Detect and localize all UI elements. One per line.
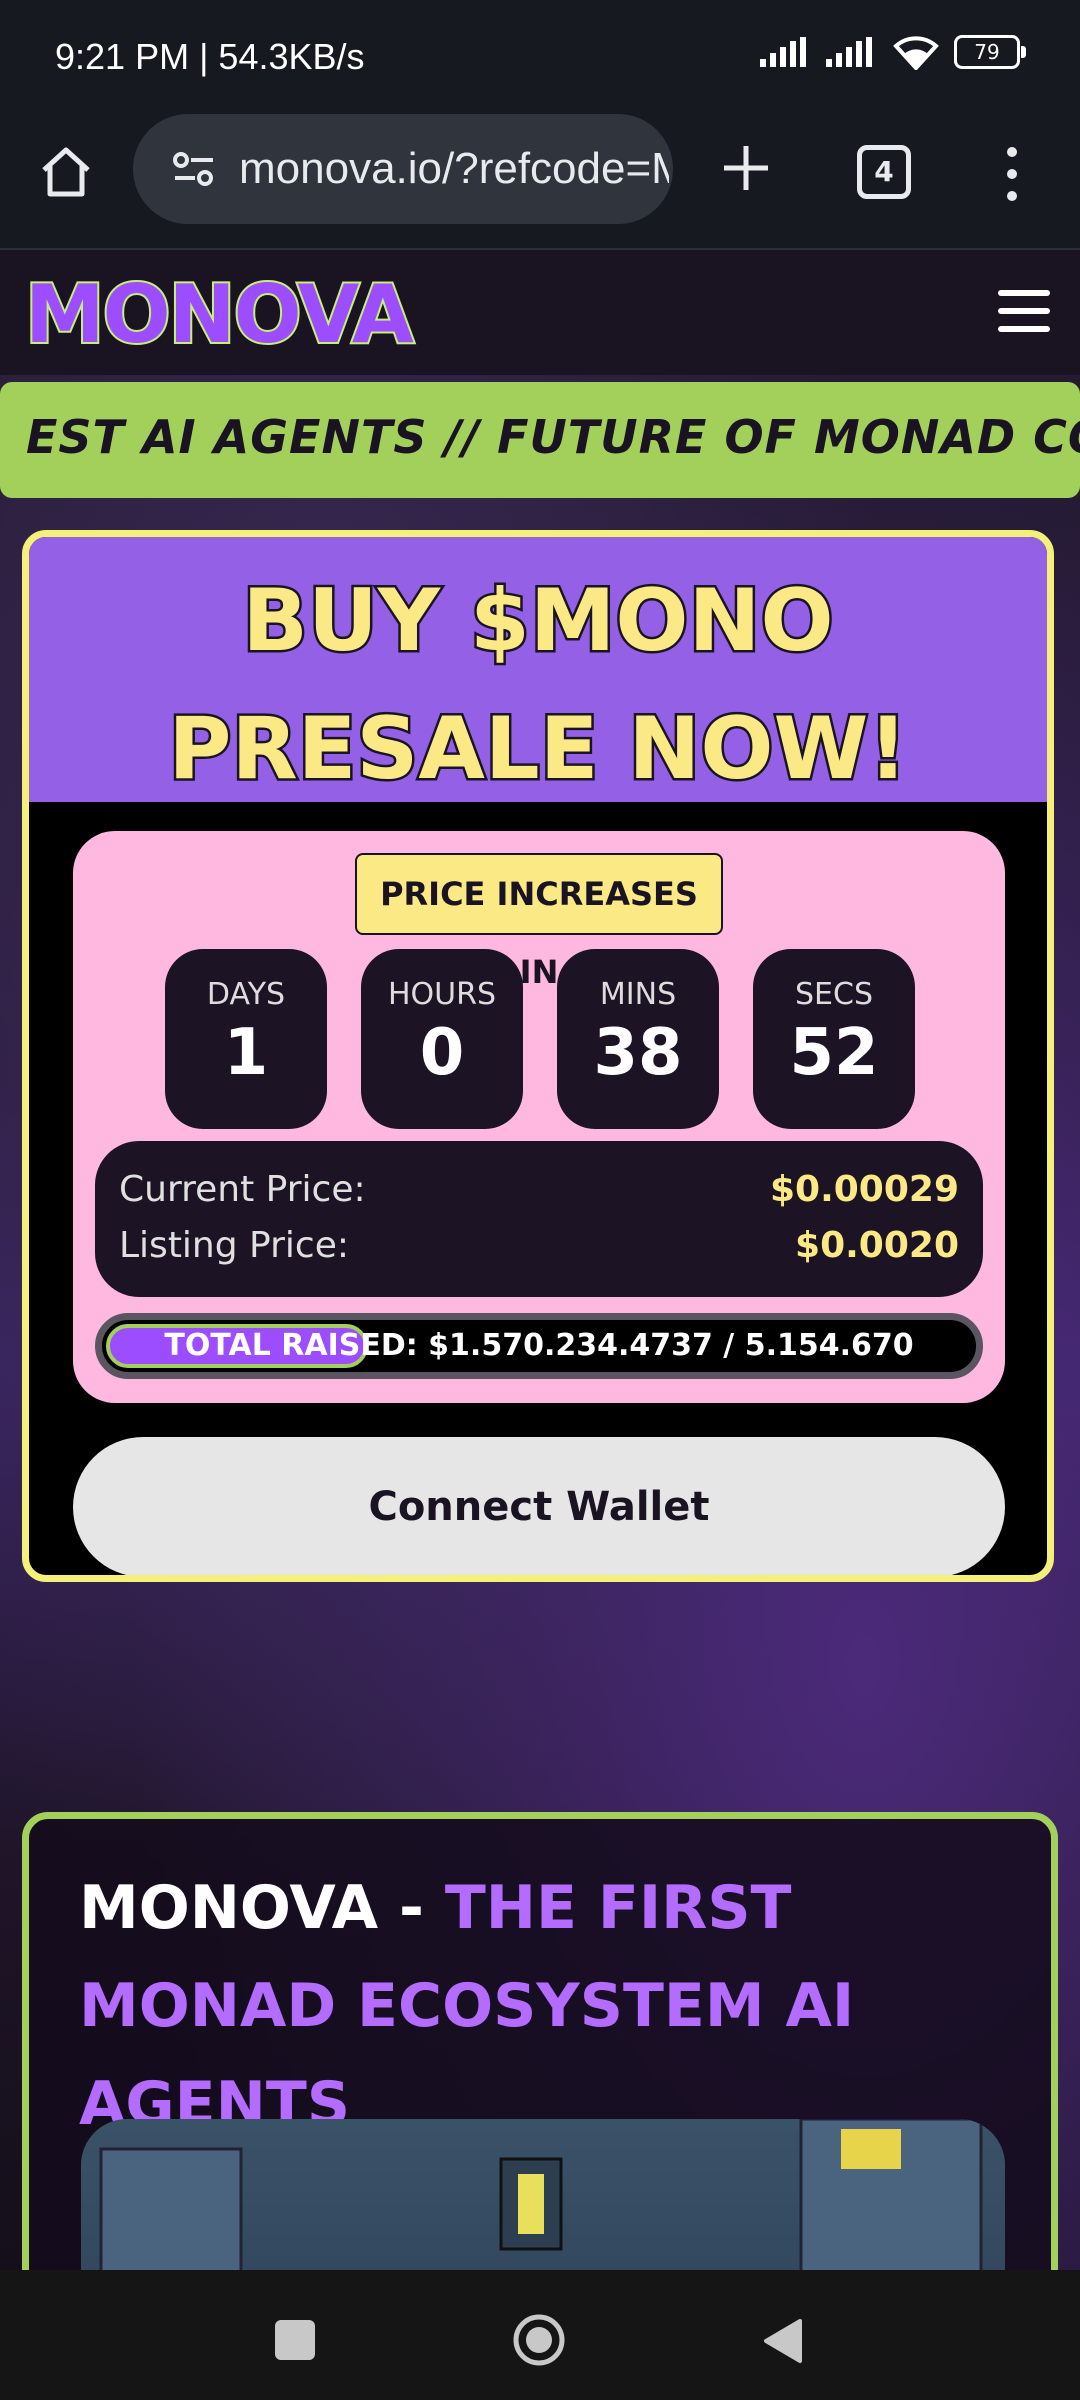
site-header: MONOVA <box>0 250 1080 375</box>
status-icons: 79 <box>760 34 1026 70</box>
home-icon[interactable] <box>36 142 96 202</box>
timer-value: 1 <box>223 1016 269 1090</box>
price-increase-label: PRICE INCREASES IN <box>355 853 723 991</box>
marquee-banner: EST AI AGENTS // FUTURE OF MONAD COMMUNI… <box>0 382 1080 498</box>
home-circle-icon[interactable] <box>512 2313 566 2367</box>
current-price-row: Current Price: $0.00029 <box>119 1169 959 1210</box>
timer-value: 52 <box>789 1016 879 1090</box>
timer-hours: HOURS 0 <box>361 949 523 1129</box>
browser-toolbar: monova.io/?refcode=M 4 <box>0 112 1080 250</box>
timer-secs: SECS 52 <box>753 949 915 1129</box>
wifi-icon <box>893 36 939 70</box>
recents-icon[interactable] <box>275 2320 315 2360</box>
presale-card: BUY $MONO PRESALE NOW! PRICE INCREASES I… <box>22 530 1054 1582</box>
site-settings-icon[interactable] <box>171 146 217 192</box>
about-title: MONOVA - THE FIRST MONAD ECOSYSTEM AI AG… <box>79 1859 1019 2153</box>
new-tab-icon[interactable] <box>718 140 774 196</box>
listing-price-row: Listing Price: $0.0020 <box>119 1225 959 1266</box>
signal-icon <box>760 37 806 67</box>
signal-icon <box>826 37 872 67</box>
connect-wallet-button[interactable]: Connect Wallet <box>73 1437 1005 1575</box>
status-time: 9:21 PM | 54.3KB/s <box>55 36 365 77</box>
listing-price-value: $0.0020 <box>795 1225 959 1266</box>
about-title-brand: MONOVA - <box>79 1873 445 1943</box>
marquee-text: EST AI AGENTS // FUTURE OF MONAD COMMUNI… <box>26 410 1080 464</box>
presale-title: BUY $MONO PRESALE NOW! <box>166 569 910 802</box>
timer-days: DAYS 1 <box>165 949 327 1129</box>
mascot-image <box>99 2119 983 2270</box>
web-page: MONOVA EST AI AGENTS // FUTURE OF MONAD … <box>0 250 1080 2270</box>
presale-header: BUY $MONO PRESALE NOW! <box>29 537 1047 802</box>
countdown-timer: DAYS 1 HOURS 0 MINS 38 SECS 52 <box>165 949 915 1129</box>
back-icon[interactable] <box>760 2317 804 2365</box>
listing-price-label: Listing Price: <box>119 1225 349 1266</box>
price-box: Current Price: $0.00029 Listing Price: $… <box>95 1141 983 1297</box>
site-logo[interactable]: MONOVA <box>23 266 416 363</box>
total-raised-text: TOTAL RAISED: $1.570.234.4737 / 5.154.67… <box>164 1328 914 1363</box>
timer-value: 38 <box>593 1016 683 1090</box>
timer-label: HOURS <box>387 977 497 1012</box>
battery-icon: 79 <box>954 35 1026 69</box>
timer-value: 0 <box>419 1016 465 1090</box>
about-section: MONOVA - THE FIRST MONAD ECOSYSTEM AI AG… <box>22 1812 1058 2270</box>
current-price-value: $0.00029 <box>769 1169 959 1210</box>
url-text[interactable]: monova.io/?refcode=M <box>239 144 669 194</box>
system-nav-bar <box>0 2270 1080 2400</box>
more-options-icon[interactable] <box>1000 144 1024 204</box>
mascot-illustration <box>81 2119 1005 2270</box>
timer-label: SECS <box>795 977 873 1012</box>
timer-label: DAYS <box>206 977 286 1012</box>
timer-mins: MINS 38 <box>557 949 719 1129</box>
status-bar: 9:21 PM | 54.3KB/s 79 <box>0 0 1080 112</box>
hamburger-menu-icon[interactable] <box>998 290 1050 334</box>
total-raised-progress-bar: TOTAL RAISED: $1.570.234.4737 / 5.154.67… <box>95 1313 983 1379</box>
timer-label: MINS <box>599 977 677 1012</box>
current-price-label: Current Price: <box>119 1169 366 1210</box>
tab-switcher-button[interactable]: 4 <box>857 145 911 199</box>
presale-info-panel: PRICE INCREASES IN DAYS 1 HOURS 0 MINS 3… <box>73 831 1005 1403</box>
url-bar[interactable]: monova.io/?refcode=M <box>133 114 673 224</box>
